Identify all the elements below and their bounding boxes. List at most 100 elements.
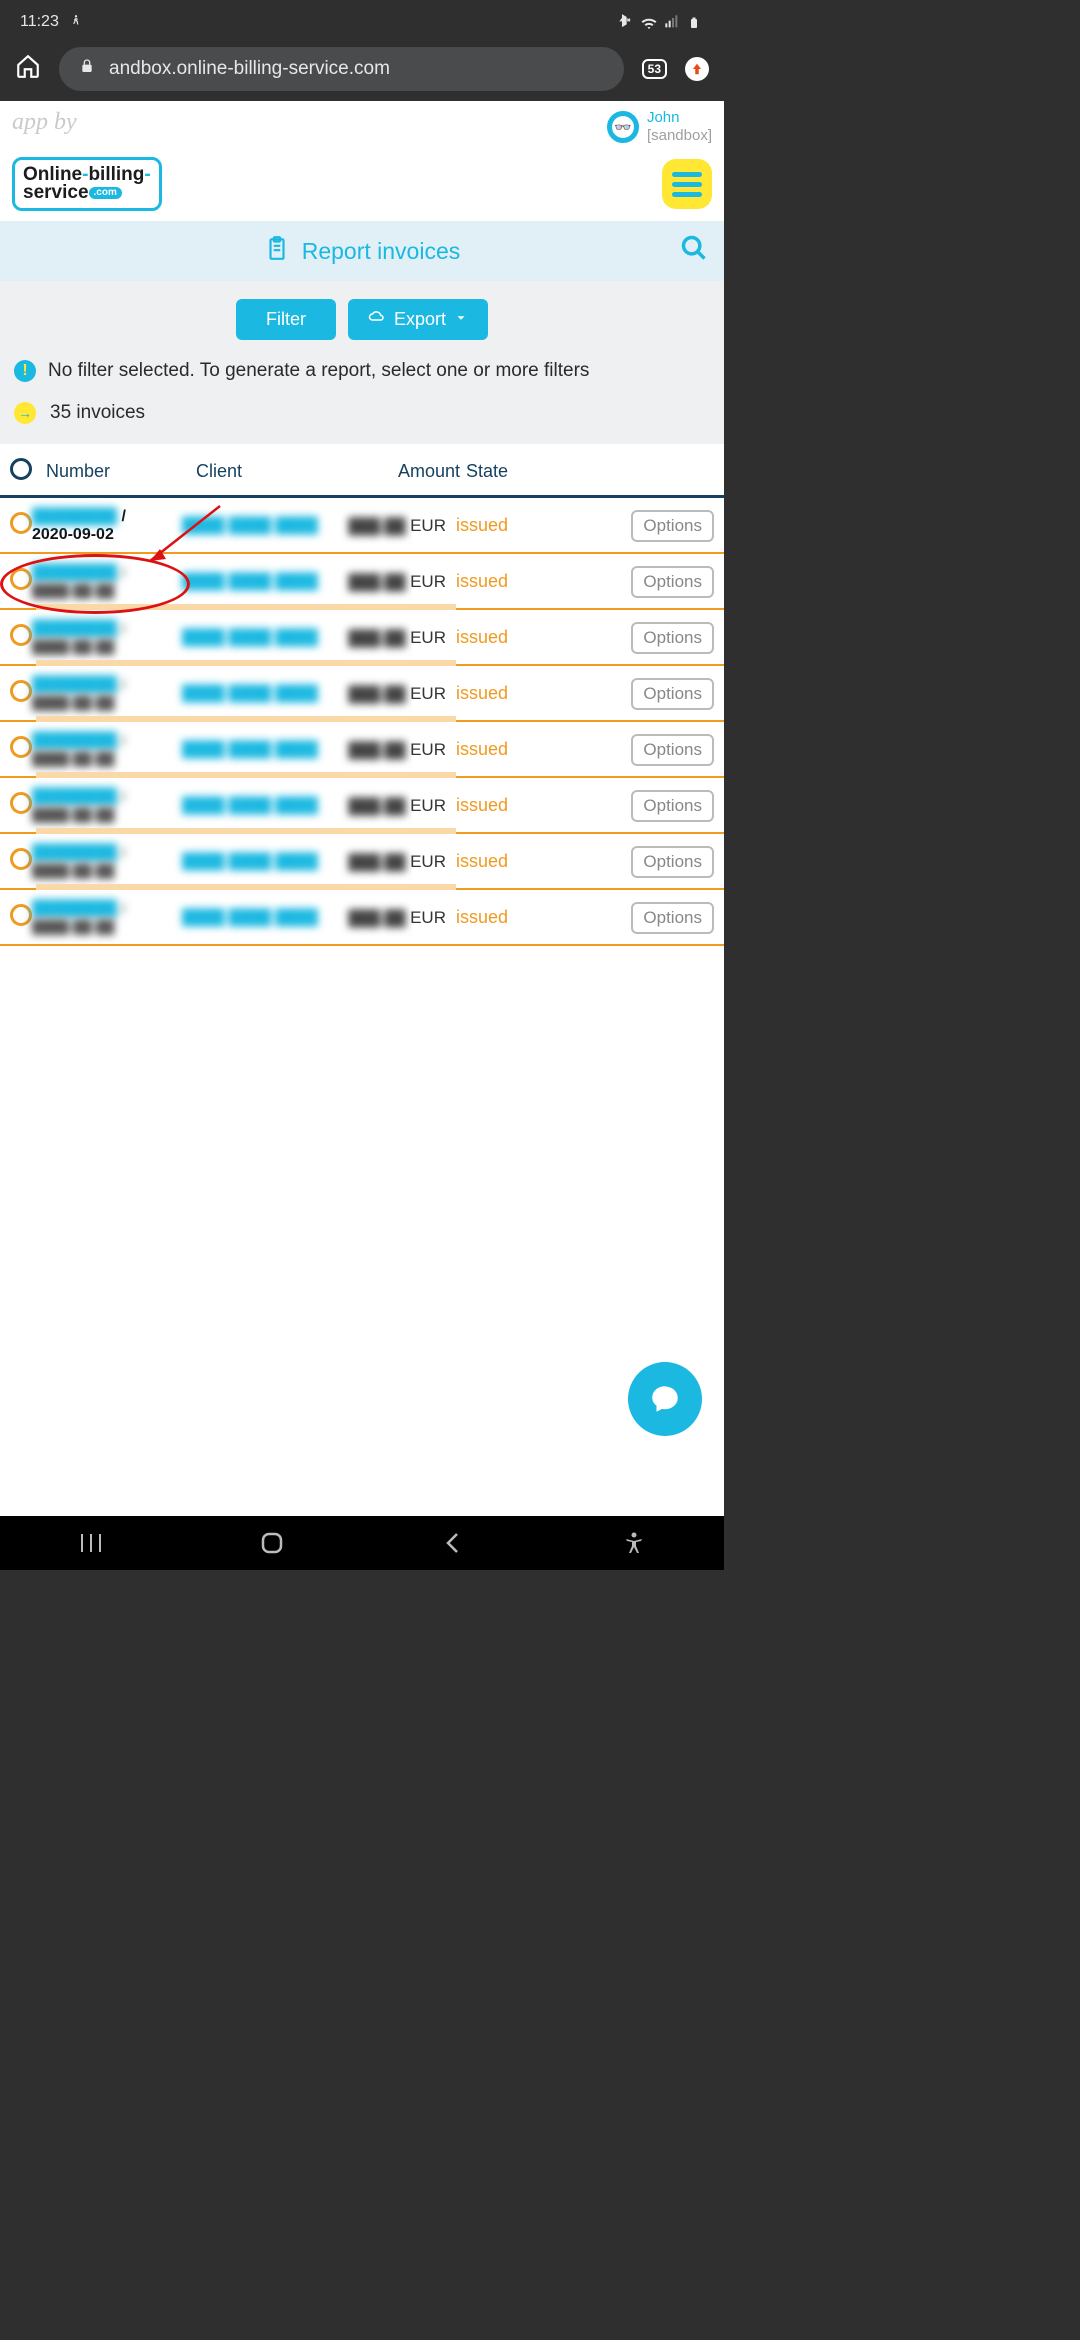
android-nav-bar xyxy=(0,1516,724,1570)
mute-icon xyxy=(616,14,632,30)
col-number[interactable]: Number xyxy=(46,461,196,482)
table-row[interactable]: ████████ /████-██-██ ████ ████ ████ ███.… xyxy=(0,778,724,834)
row-number: ████████ /████-██-██ xyxy=(32,788,182,824)
row-state: issued xyxy=(452,571,542,592)
select-all-radio[interactable] xyxy=(10,458,32,480)
export-button[interactable]: Export xyxy=(348,299,488,340)
user-menu[interactable]: 👓 John [sandbox] xyxy=(607,109,712,145)
row-number: ████████ /████-██-██ xyxy=(32,676,182,712)
recent-apps-button[interactable] xyxy=(77,1529,105,1557)
col-client[interactable]: Client xyxy=(196,461,356,482)
row-amount: ███.██ EUR xyxy=(342,628,452,648)
row-amount: ███.██ EUR xyxy=(342,516,452,536)
home-icon[interactable] xyxy=(15,53,41,84)
page-title: Report invoices xyxy=(302,238,461,265)
table-row[interactable]: ████████ /2020-09-02 ████ ████ ████ ███.… xyxy=(0,498,724,554)
row-state: issued xyxy=(452,851,542,872)
avatar-icon: 👓 xyxy=(607,111,639,143)
tab-count-badge[interactable]: 53 xyxy=(642,59,667,79)
row-radio[interactable] xyxy=(10,512,32,534)
row-radio[interactable] xyxy=(10,792,32,814)
cloud-icon xyxy=(368,308,386,331)
row-amount: ███.██ EUR xyxy=(342,852,452,872)
row-amount: ███.██ EUR xyxy=(342,740,452,760)
chat-fab[interactable] xyxy=(628,1362,702,1436)
row-amount: ███.██ EUR xyxy=(342,908,452,928)
options-button[interactable]: Options xyxy=(631,566,714,598)
url-text: andbox.online-billing-service.com xyxy=(109,58,390,80)
row-state: issued xyxy=(452,907,542,928)
battery-icon xyxy=(688,14,704,30)
row-number: ████████ /████-██-██ xyxy=(32,564,182,600)
row-radio[interactable] xyxy=(10,904,32,926)
table-row[interactable]: ████████ /████-██-██ ████ ████ ████ ███.… xyxy=(0,666,724,722)
wifi-icon xyxy=(640,14,656,30)
menu-button[interactable] xyxy=(662,159,712,209)
update-badge[interactable] xyxy=(685,57,709,81)
row-client: ████ ████ ████ xyxy=(182,629,342,646)
appby-label: app by xyxy=(12,109,77,136)
row-number: ████████ /████-██-██ xyxy=(32,900,182,936)
row-client: ████ ████ ████ xyxy=(182,741,342,758)
row-number: ████████ /████-██-██ xyxy=(32,844,182,880)
table-row[interactable]: ████████ /████-██-██ ████ ████ ████ ███.… xyxy=(0,890,724,946)
row-radio[interactable] xyxy=(10,624,32,646)
row-number: ████████ /████-██-██ xyxy=(32,620,182,656)
row-amount: ███.██ EUR xyxy=(342,684,452,704)
clock: 11:23 xyxy=(20,13,59,31)
row-radio[interactable] xyxy=(10,848,32,870)
back-button[interactable] xyxy=(439,1529,467,1557)
table-row[interactable]: ████████ /████-██-██ ████ ████ ████ ███.… xyxy=(0,722,724,778)
user-name: John xyxy=(647,109,712,127)
arrow-icon: → xyxy=(14,402,36,424)
brand-logo[interactable]: Online-billing- service.com xyxy=(12,157,162,211)
page-content: app by 👓 John [sandbox] Online-billing- … xyxy=(0,101,724,1516)
row-radio[interactable] xyxy=(10,680,32,702)
row-number: ████████ /2020-09-02 xyxy=(32,508,182,544)
row-number: ████████ /████-██-██ xyxy=(32,732,182,768)
row-client: ████ ████ ████ xyxy=(182,853,342,870)
options-button[interactable]: Options xyxy=(631,510,714,542)
filters-area: Filter Export ! No filter selected. To g… xyxy=(0,281,724,444)
invoice-count: 35 invoices xyxy=(50,402,145,424)
info-icon: ! xyxy=(14,360,36,382)
home-button[interactable] xyxy=(258,1529,286,1557)
options-button[interactable]: Options xyxy=(631,846,714,878)
row-client: ████ ████ ████ xyxy=(182,573,342,590)
col-amount[interactable]: Amount xyxy=(356,461,466,482)
row-client: ████ ████ ████ xyxy=(182,685,342,702)
row-state: issued xyxy=(452,739,542,760)
table-row[interactable]: ████████ /████-██-██ ████ ████ ████ ███.… xyxy=(0,554,724,610)
running-icon xyxy=(69,14,85,30)
filter-button[interactable]: Filter xyxy=(236,299,336,340)
signal-icon xyxy=(664,14,680,30)
row-state: issued xyxy=(452,515,542,536)
options-button[interactable]: Options xyxy=(631,734,714,766)
row-state: issued xyxy=(452,683,542,704)
accessibility-button[interactable] xyxy=(620,1529,648,1557)
lock-icon xyxy=(79,58,95,80)
row-radio[interactable] xyxy=(10,568,32,590)
clipboard-icon xyxy=(264,235,290,267)
row-state: issued xyxy=(452,795,542,816)
options-button[interactable]: Options xyxy=(631,902,714,934)
row-client: ████ ████ ████ xyxy=(182,517,342,534)
col-state[interactable]: State xyxy=(466,461,556,482)
row-radio[interactable] xyxy=(10,736,32,758)
android-status-bar: 11:23 xyxy=(0,0,724,36)
table-header: Number Client Amount State xyxy=(0,444,724,498)
row-client: ████ ████ ████ xyxy=(182,797,342,814)
table-row[interactable]: ████████ /████-██-██ ████ ████ ████ ███.… xyxy=(0,610,724,666)
row-amount: ███.██ EUR xyxy=(342,572,452,592)
row-amount: ███.██ EUR xyxy=(342,796,452,816)
options-button[interactable]: Options xyxy=(631,622,714,654)
options-button[interactable]: Options xyxy=(631,790,714,822)
search-icon[interactable] xyxy=(680,234,708,268)
row-client: ████ ████ ████ xyxy=(182,909,342,926)
page-title-bar: Report invoices xyxy=(0,221,724,281)
row-state: issued xyxy=(452,627,542,648)
options-button[interactable]: Options xyxy=(631,678,714,710)
url-bar[interactable]: andbox.online-billing-service.com xyxy=(59,47,624,91)
table-row[interactable]: ████████ /████-██-██ ████ ████ ████ ███.… xyxy=(0,834,724,890)
chevron-down-icon xyxy=(454,309,468,330)
